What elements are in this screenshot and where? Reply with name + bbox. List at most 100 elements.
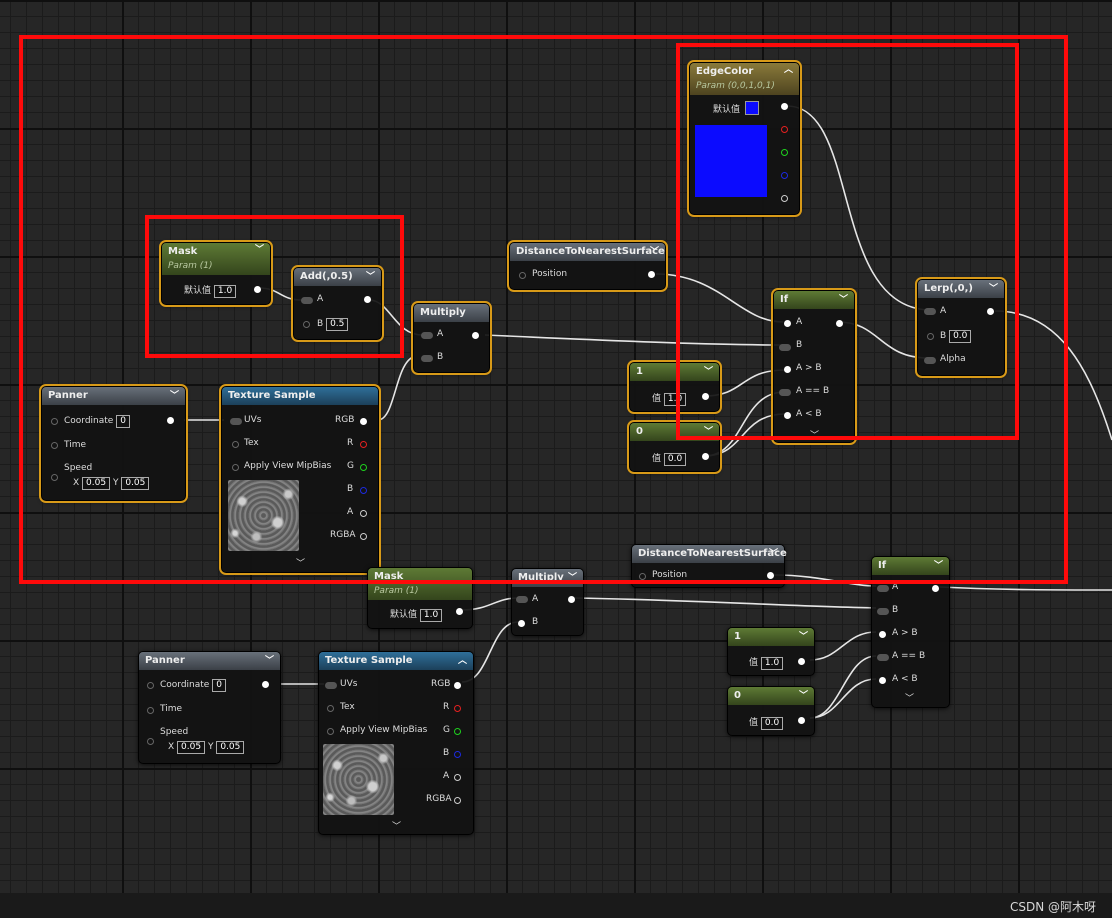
node-header[interactable]: Texture Sample ︿ [319, 652, 473, 670]
uvs-input-pin[interactable] [325, 682, 337, 689]
output-pin[interactable] [702, 393, 709, 400]
tex-input-pin[interactable] [327, 705, 334, 712]
rgba-output-pin[interactable] [360, 533, 367, 540]
collapse-chevron-icon[interactable]: ﹀ [989, 280, 998, 298]
a-input-pin[interactable] [421, 332, 433, 339]
collapse-chevron-icon[interactable]: ﹀ [704, 363, 713, 381]
edgecolor-node[interactable]: EdgeColor Param (0,0,1,0,1) ︿ 默认值 [687, 60, 802, 217]
texture-sample-node-2[interactable]: Texture Sample ︿ UVs Tex Apply View MipB… [318, 651, 474, 835]
constant-0-node-2[interactable]: 0 ﹀ 值 0.0 [727, 686, 815, 736]
speed-input-pin[interactable] [147, 738, 154, 745]
expand-chevron-icon[interactable]: ﹀ [392, 819, 401, 832]
mipbias-input-pin[interactable] [327, 728, 334, 735]
output-pin[interactable] [648, 271, 655, 278]
panner-node-2[interactable]: Panner ﹀ Coordinate 0 Time Speed X 0.05 … [138, 651, 281, 764]
value-input[interactable]: 0.0 [663, 453, 687, 466]
rgb-output-pin[interactable] [360, 418, 367, 425]
node-header[interactable]: Lerp(,0,) ﹀ [918, 280, 1004, 298]
output-pin[interactable] [932, 585, 939, 592]
coordinate-input-pin[interactable] [147, 682, 154, 689]
coordinate-value-input[interactable]: 0 [212, 679, 226, 692]
coordinate-input-pin[interactable] [51, 418, 58, 425]
b-input-pin[interactable] [303, 321, 310, 328]
value-input[interactable]: 1.0 [663, 393, 687, 406]
speed-x-input[interactable]: 0.05 [177, 741, 206, 754]
time-input-pin[interactable] [147, 707, 154, 714]
collapse-chevron-icon[interactable]: ﹀ [265, 652, 274, 670]
a-input-pin[interactable] [516, 596, 528, 603]
constant-0-node[interactable]: 0 ﹀ 值 0.0 [627, 420, 722, 474]
collapse-chevron-icon[interactable]: ︿ [784, 63, 793, 77]
a-input-pin[interactable] [784, 320, 791, 327]
node-header[interactable]: DistanceToNearestSurface ﹀ [632, 545, 787, 563]
a-output-pin[interactable] [781, 195, 788, 202]
output-pin[interactable] [262, 681, 269, 688]
output-pin[interactable] [987, 308, 994, 315]
tex-input-pin[interactable] [232, 441, 239, 448]
collapse-chevron-icon[interactable]: ﹀ [704, 423, 713, 441]
output-pin[interactable] [798, 717, 805, 724]
color-picker-swatch[interactable] [745, 101, 759, 115]
time-input-pin[interactable] [51, 442, 58, 449]
node-header[interactable]: 1 ﹀ [728, 628, 814, 646]
output-pin[interactable] [702, 453, 709, 460]
speed-y-input[interactable]: 0.05 [216, 741, 245, 754]
g-output-pin[interactable] [360, 464, 367, 471]
a-greater-b-input-pin[interactable] [784, 366, 791, 373]
b-output-pin[interactable] [781, 172, 788, 179]
node-header[interactable]: 1 ﹀ [630, 363, 719, 381]
b-value-input[interactable]: 0.5 [326, 318, 349, 331]
speed-x-input[interactable]: 0.05 [82, 477, 111, 490]
constant-1-node[interactable]: 1 ﹀ 值 1.0 [627, 360, 722, 414]
node-header[interactable]: Mask Param (1) ﹀ [162, 243, 270, 275]
output-pin[interactable] [254, 286, 261, 293]
node-header[interactable]: Add(,0.5) ﹀ [294, 268, 381, 286]
output-pin[interactable] [472, 332, 479, 339]
multiply-node[interactable]: Multiply A B [411, 301, 492, 375]
a-input-pin[interactable] [924, 308, 936, 315]
rgb-output-pin[interactable] [781, 103, 788, 110]
multiply-node-2[interactable]: Multiply ﹀ A B [511, 568, 584, 636]
position-input-pin[interactable] [639, 573, 646, 580]
expand-chevron-icon[interactable]: ﹀ [810, 428, 819, 441]
b-output-pin[interactable] [360, 487, 367, 494]
a-output-pin[interactable] [454, 774, 461, 781]
b-output-pin[interactable] [454, 751, 461, 758]
g-output-pin[interactable] [781, 149, 788, 156]
node-header[interactable]: Panner ﹀ [139, 652, 280, 670]
a-output-pin[interactable] [360, 510, 367, 517]
speed-y-input[interactable]: 0.05 [121, 477, 150, 490]
mask-param-node[interactable]: Mask Param (1) ﹀ 默认值 1.0 [159, 240, 273, 307]
speed-input-pin[interactable] [51, 474, 58, 481]
node-header[interactable]: EdgeColor Param (0,0,1,0,1) ︿ [690, 63, 799, 95]
b-value-input[interactable]: 0.0 [949, 330, 972, 343]
node-header[interactable]: Multiply [414, 304, 489, 322]
alpha-input-pin[interactable] [924, 357, 936, 364]
node-header[interactable]: Panner ﹀ [42, 387, 185, 405]
position-input-pin[interactable] [519, 272, 526, 279]
node-header[interactable]: 0 ﹀ [728, 687, 814, 705]
collapse-chevron-icon[interactable]: ﹀ [839, 291, 848, 309]
collapse-chevron-icon[interactable]: ﹀ [568, 569, 577, 587]
if-node[interactable]: If ﹀ A B A > B A == B A < B ﹀ [771, 288, 857, 445]
g-output-pin[interactable] [454, 728, 461, 735]
value-input[interactable]: 1.0 [760, 657, 784, 670]
expand-chevron-icon[interactable]: ﹀ [296, 556, 305, 569]
constant-1-node-2[interactable]: 1 ﹀ 值 1.0 [727, 627, 815, 676]
output-pin[interactable] [167, 417, 174, 424]
a-greater-b-input-pin[interactable] [879, 631, 886, 638]
r-output-pin[interactable] [781, 126, 788, 133]
node-header[interactable]: DistanceToNearestSurface ﹀ [510, 243, 665, 261]
r-output-pin[interactable] [360, 441, 367, 448]
collapse-chevron-icon[interactable]: ﹀ [255, 243, 264, 257]
panner-node[interactable]: Panner ﹀ Coordinate 0 Time Speed X 0.05 … [39, 384, 188, 503]
mask-param-node-2[interactable]: Mask Param (1) 默认值 1.0 [367, 567, 473, 629]
b-input-pin[interactable] [877, 608, 889, 615]
node-header[interactable]: If ﹀ [774, 291, 854, 309]
value-input[interactable]: 0.0 [760, 717, 784, 730]
b-input-pin[interactable] [518, 620, 525, 627]
output-pin[interactable] [364, 296, 371, 303]
output-pin[interactable] [836, 320, 843, 327]
node-header[interactable]: Texture Sample [222, 387, 378, 405]
a-equals-b-input-pin[interactable] [877, 654, 889, 661]
